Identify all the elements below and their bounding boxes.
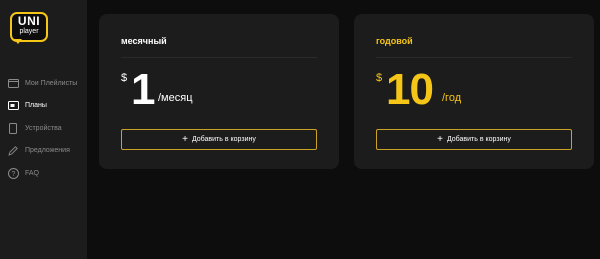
price-currency: $ <box>121 72 128 84</box>
sidebar-item-label: Предложения <box>25 147 70 155</box>
sidebar-item-my-playlists[interactable]: Мои Плейлисты <box>0 72 87 95</box>
svg-text:?: ? <box>11 171 15 178</box>
price-period: /год <box>442 92 462 104</box>
logo-text-uni: UNI <box>17 14 41 28</box>
plus-icon: + <box>182 133 188 145</box>
add-to-cart-button[interactable]: + Добавить в корзину <box>121 129 317 150</box>
sidebar-item-label: Устройства <box>25 124 62 132</box>
plus-icon: + <box>437 133 443 145</box>
add-to-cart-button[interactable]: + Добавить в корзину <box>376 129 572 150</box>
phone-icon <box>7 122 19 134</box>
logo-speech-tail <box>14 39 22 44</box>
sidebar-item-plans[interactable]: Планы <box>0 95 87 118</box>
divider <box>376 57 572 58</box>
plan-title: годовой <box>376 36 413 46</box>
question-icon: ? <box>7 167 19 179</box>
plan-card-monthly: месячный $ 1 /месяц + Добавить в корзину <box>99 14 339 169</box>
sidebar-nav: Мои Плейлисты Планы Устройства Предложен… <box>0 72 87 185</box>
sidebar-item-offers[interactable]: Предложения <box>0 140 87 163</box>
pencil-icon <box>7 145 19 157</box>
sidebar-item-label: Планы <box>25 102 47 110</box>
sidebar: UNI player Мои Плейлисты Планы Устройств… <box>0 0 87 259</box>
plan-card-yearly: годовой $ 10 /год + Добавить в корзину <box>354 14 594 169</box>
divider <box>121 57 317 58</box>
add-to-cart-label: Добавить в корзину <box>446 136 511 143</box>
price-amount: 10 <box>386 65 434 114</box>
sidebar-item-faq[interactable]: ? FAQ <box>0 162 87 185</box>
logo-text-player: player <box>19 28 39 35</box>
sidebar-item-label: FAQ <box>25 169 40 177</box>
price-amount: 1 <box>131 65 156 114</box>
card-icon <box>7 100 19 112</box>
sidebar-item-label: Мои Плейлисты <box>25 79 78 87</box>
uniplayer-logo[interactable]: UNI player <box>10 12 48 44</box>
sidebar-item-devices[interactable]: Устройства <box>0 117 87 140</box>
price-currency: $ <box>376 72 383 84</box>
price-period: /месяц <box>158 92 193 104</box>
folder-icon <box>7 77 19 89</box>
plan-title: месячный <box>121 36 167 46</box>
add-to-cart-label: Добавить в корзину <box>191 136 256 143</box>
